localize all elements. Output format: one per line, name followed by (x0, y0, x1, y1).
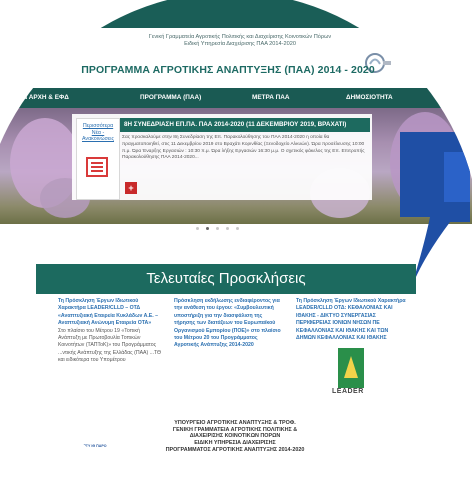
ministry-header: Γενική Γραμματεία Αγροτικής Πολιτικής κα… (80, 34, 400, 48)
footer-ministry-text: ΥΠΟΥΡΓΕΙΟ ΑΓΡΟΤΙΚΗΣ ΑΝΑΠΤΥΞΗΣ & ΤΡΟΦ. ΓΕ… (120, 420, 350, 454)
leader-label: LEADER (332, 388, 364, 395)
call-column-2: Πρόσκληση εκδήλωσης ενδιαφέροντος για τη… (174, 298, 284, 350)
main-navbar: ΗΝ ΑΡΧΗ & ΕΦΔ ΠΡΟΓΡΑΜΜΑ (ΠΑΑ) ΜΕΤΡΑ ΠΑΑ … (0, 88, 472, 108)
slider-dot[interactable] (216, 227, 219, 230)
header-top-bar (0, 0, 472, 28)
leader-logo-icon (338, 348, 364, 388)
call-column-1: Τη Πρόσκληση Έργων Ιδιωτικού Χαρακτήρα L… (58, 298, 162, 365)
document-icon (86, 157, 108, 177)
footer-line: ΔΙΑΧΕΙΡΙΣΗΣ ΚΟΙΝΟΤΙΚΩΝ ΠΟΡΩΝ (189, 433, 281, 440)
footer-line: ΠΡΟΓΡΑΜΜΑΤΟΣ ΑΓΡΟΤΙΚΗΣ ΑΝΑΠΤΥΞΗΣ 2014-20… (165, 446, 305, 453)
call-link[interactable]: Πρόσκληση εκδήλωσης ενδιαφέροντος για τη… (174, 298, 284, 350)
ministry-line-2: Ειδική Υπηρεσία Διαχείρισης ΠΑΑ 2014-202… (184, 41, 296, 47)
slider-dot[interactable] (236, 227, 239, 230)
call-text: Στο πλαίσιο του Μέτρου 19 «Τοπική Ανάπτυ… (58, 327, 162, 364)
footer-line: ΕΙΔΙΚΗ ΥΠΗΡΕΣΙΑ ΔΙΑΧΕΙΡΙΣΗΣ (194, 440, 276, 447)
slider-dots (196, 227, 246, 233)
nav-item-measures[interactable]: ΜΕΤΡΑ ΠΑΑ (252, 88, 290, 108)
news-slide-title[interactable]: 8Η ΣΥΝΕΔΡΙΑΣΗ ΕΠ.ΠΑ. ΠΑΑ 2014-2020 (11 Δ… (120, 118, 370, 132)
nav-item-program[interactable]: ΠΡΟΓΡΑΜΜΑ (ΠΑΑ) (140, 88, 201, 108)
page: Γενική Γραμματεία Αγροτικής Πολιτικής κα… (0, 0, 472, 491)
nav-item-home[interactable]: ΗΝ ΑΡΧΗ & ΕΦΔ (18, 88, 69, 108)
slider-dot[interactable] (226, 227, 229, 230)
slider-dot[interactable] (206, 227, 209, 230)
footer-line: ΓΕΝΙΚΗ ΓΡΑΜΜΑΤΕΙΑ ΑΓΡΟΤΙΚΗΣ ΠΟΛΙΤΙΚΗΣ & (172, 426, 298, 433)
news-slide-body: Σας προσκαλούμε στην 8η Συνεδρίαση της Ε… (122, 135, 365, 161)
more-news-box: Περισσότερα Νέα - Ανακοινώσεις (76, 118, 120, 200)
call-column-3: Τη Πρόσκληση Έργων Ιδιωτικού Χαρακτήρα L… (296, 298, 406, 342)
read-more-button[interactable]: + (125, 182, 137, 194)
circular-viewport: Γενική Γραμματεία Αγροτικής Πολιτικής κα… (0, 0, 472, 491)
footer-line: ΥΠΟΥΡΓΕΙΟ ΑΓΡΟΤΙΚΗΣ ΑΝΑΠΤΥΞΗΣ & ΤΡΟΦ. (174, 420, 296, 426)
nav-item-more[interactable]: ΗΔ. Β (442, 88, 459, 108)
calls-title: Τελευταίες Προσκλήσεις (146, 270, 306, 287)
program-title: ΠΡΟΓΡΑΜΜΑ ΑΓΡΟΤΙΚΗΣ ΑΝΑΠΤΥΞΗΣ (ΠΑΑ) 2014… (81, 64, 375, 76)
call-link[interactable]: Τη Πρόσκληση Έργων Ιδιωτικού Χαρακτήρα L… (296, 298, 406, 342)
more-news-link[interactable]: Περισσότερα Νέα - Ανακοινώσεις (79, 123, 117, 143)
ministry-line-1: Γενική Γραμματεία Αγροτικής Πολιτικής κα… (148, 34, 332, 40)
nav-item-publicity[interactable]: ΔΗΜΟΣΙΟΤΗΤΑ (346, 88, 393, 108)
slider-dot[interactable] (196, 227, 199, 230)
footer-logo-text: ΑΝΑΠΤΥ ΙΘ ΠΑΡΟ (75, 444, 107, 448)
call-link[interactable]: Τη Πρόσκληση Έργων Ιδιωτικού Χαρακτήρα L… (58, 298, 162, 328)
